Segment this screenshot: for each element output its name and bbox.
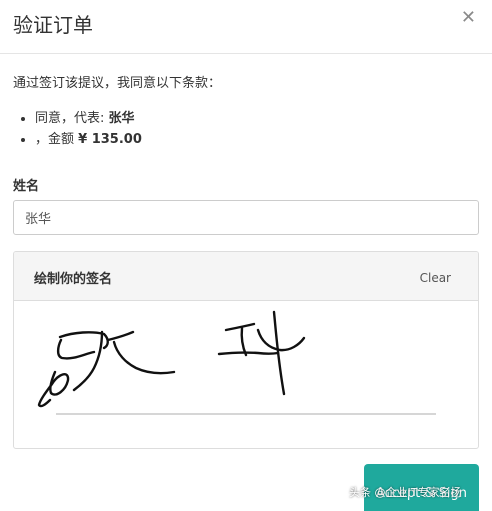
modal-header: 验证订单 ✕ [0, 0, 492, 54]
name-input[interactable] [13, 200, 479, 235]
terms-list: 同意，代表: 张华 ，金额 ¥ 135.00 [35, 108, 142, 150]
watermark: 头条 @企业IT专家名扬 [349, 486, 462, 499]
signature-panel: 绘制你的签名 Clear [13, 251, 479, 449]
signature-panel-heading: 绘制你的签名 Clear [14, 252, 478, 301]
term-prefix: 同意，代表: [35, 111, 109, 126]
handwritten-signature [37, 310, 306, 408]
term-value: 张华 [108, 111, 135, 126]
term-prefix: ，金额 [35, 132, 79, 147]
term-item-representative: 同意，代表: 张华 [35, 108, 142, 129]
term-value: ¥ 135.00 [78, 132, 142, 147]
signature-canvas[interactable] [14, 302, 478, 448]
close-icon[interactable]: ✕ [461, 8, 476, 28]
clear-button[interactable]: Clear [420, 271, 451, 285]
modal-title: 验证订单 [13, 13, 93, 37]
intro-text: 通过签订该提议，我同意以下条款： [13, 76, 222, 91]
signature-title: 绘制你的签名 [34, 272, 113, 287]
term-item-amount: ，金额 ¥ 135.00 [35, 129, 142, 150]
name-label: 姓名 [13, 179, 40, 194]
